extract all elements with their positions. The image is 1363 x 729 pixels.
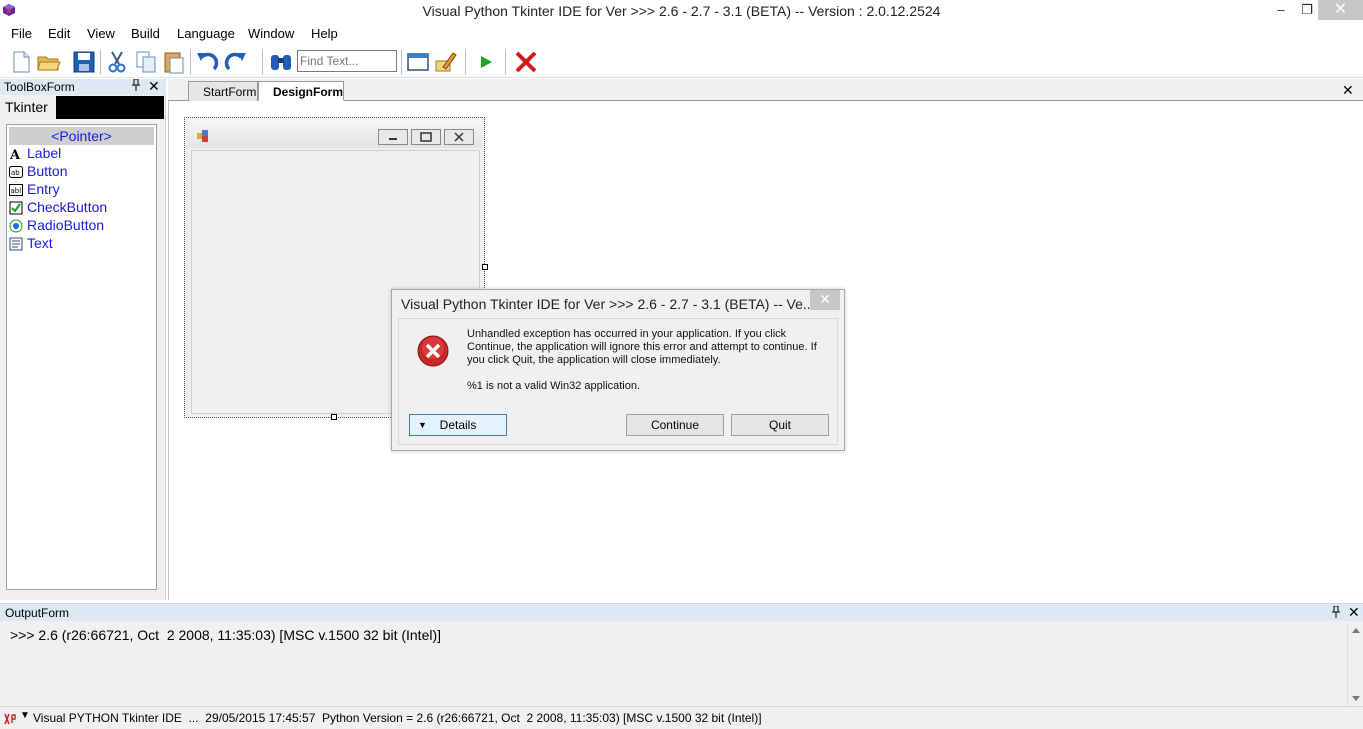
error-icon	[417, 335, 449, 367]
save-icon[interactable]	[71, 49, 97, 75]
toolbar-separator	[100, 50, 101, 74]
menu-edit[interactable]: Edit	[48, 26, 70, 41]
checkbox-icon	[9, 201, 23, 215]
toolbar-separator	[505, 50, 506, 74]
python-logo-icon	[4, 713, 16, 725]
text-document-icon	[9, 237, 23, 251]
pin-icon[interactable]	[1331, 605, 1341, 621]
open-folder-icon[interactable]	[36, 49, 62, 75]
redo-icon[interactable]	[223, 49, 249, 75]
new-file-icon[interactable]	[8, 49, 34, 75]
form-maximize-icon	[411, 129, 441, 145]
form-window-icon[interactable]	[405, 49, 431, 75]
run-play-icon[interactable]	[473, 49, 499, 75]
menu-view[interactable]: View	[87, 26, 115, 41]
toolbar-separator	[262, 50, 263, 74]
edit-pencil-icon[interactable]	[433, 49, 459, 75]
output-title: OutputForm	[5, 606, 70, 620]
output-scrollbar[interactable]	[1347, 623, 1363, 706]
toolbox-tab-area	[56, 96, 164, 119]
resize-handle-bottom[interactable]	[331, 414, 337, 420]
toolbox-list: <Pointer> A Label ab Button abl Entry Ch…	[6, 124, 157, 590]
close-window-button[interactable]: ✕	[1318, 0, 1363, 20]
continue-button[interactable]: Continue	[626, 414, 724, 436]
title-bar: Visual Python Tkinter IDE for Ver >>> 2.…	[0, 0, 1363, 22]
tab-designform[interactable]: DesignForm	[258, 81, 344, 101]
form-close-icon	[444, 129, 474, 145]
maximize-button[interactable]: ❐	[1294, 0, 1320, 20]
dialog-title: Visual Python Tkinter IDE for Ver >>> 2.…	[401, 296, 815, 312]
output-panel: OutputForm ✕ >>> 2.6 (r26:66721, Oct 2 2…	[0, 603, 1363, 706]
svg-text:abl: abl	[11, 187, 22, 195]
form-minimize-icon	[378, 129, 408, 145]
svg-text:ab: ab	[11, 169, 20, 177]
design-form-titlebar	[187, 120, 482, 148]
resize-handle-right[interactable]	[482, 264, 488, 270]
toolbox-close-icon[interactable]: ✕	[148, 78, 160, 95]
entry-abl-icon: abl	[9, 184, 23, 196]
status-bar: ▼ Visual PYTHON Tkinter IDE ... 29/05/20…	[0, 706, 1363, 729]
document-tabs: StartForm DesignForm ✕	[168, 79, 1363, 101]
toolbar-separator	[401, 50, 402, 74]
undo-icon[interactable]	[194, 49, 220, 75]
quit-button[interactable]: Quit	[731, 414, 829, 436]
output-text: >>> 2.6 (r26:66721, Oct 2 2008, 11:35:03…	[10, 627, 442, 643]
find-binoculars-icon[interactable]	[268, 49, 294, 75]
form-app-icon	[197, 130, 208, 142]
paste-icon[interactable]	[161, 49, 187, 75]
toolbox-panel: ToolBoxForm ✕ Tkinter <Pointer> A Label …	[0, 78, 166, 600]
menu-help[interactable]: Help	[311, 26, 338, 41]
toolbar-separator	[465, 50, 466, 74]
pin-icon[interactable]	[131, 78, 141, 94]
stop-x-icon[interactable]	[513, 49, 539, 75]
exception-dialog: Visual Python Tkinter IDE for Ver >>> 2.…	[391, 289, 845, 451]
menu-build[interactable]: Build	[131, 26, 160, 41]
toolbox-title: ToolBoxForm	[4, 80, 75, 94]
status-dropdown-icon[interactable]: ▼	[20, 710, 30, 721]
minimize-button[interactable]: ‒	[1268, 0, 1294, 20]
menu-window[interactable]: Window	[248, 26, 294, 41]
toolbox-tab-tkinter[interactable]: Tkinter	[5, 99, 48, 115]
menu-bar: File Edit View Build Language Window Hel…	[0, 22, 1363, 44]
toolbox-header: ToolBoxForm ✕	[0, 78, 166, 95]
button-ab-icon: ab	[9, 166, 23, 178]
tab-startform[interactable]: StartForm	[188, 81, 258, 101]
radio-icon	[9, 219, 23, 233]
menu-file[interactable]: File	[11, 26, 32, 41]
dialog-close-button[interactable]: ✕	[810, 290, 840, 310]
window-title: Visual Python Tkinter IDE for Ver >>> 2.…	[422, 3, 941, 19]
dialog-error-text: %1 is not a valid Win32 application.	[467, 380, 641, 392]
tab-close-icon[interactable]: ✕	[1342, 82, 1354, 99]
pointer-tool[interactable]: <Pointer>	[9, 127, 154, 145]
details-button[interactable]: ▼ Details	[409, 414, 507, 436]
status-text: Visual PYTHON Tkinter IDE ... 29/05/2015…	[33, 711, 762, 725]
toolbar-separator	[190, 50, 191, 74]
menu-language[interactable]: Language	[177, 26, 235, 41]
output-header: OutputForm ✕	[0, 603, 1363, 621]
svg-text:A: A	[9, 148, 21, 161]
chevron-down-icon: ▼	[418, 420, 427, 430]
cut-icon[interactable]	[104, 49, 130, 75]
output-close-icon[interactable]: ✕	[1348, 604, 1360, 621]
toolbar	[0, 44, 1363, 78]
dialog-content: Unhandled exception has occurred in your…	[398, 318, 838, 445]
copy-icon[interactable]	[133, 49, 159, 75]
label-a-icon: A	[9, 148, 21, 161]
dialog-message: Unhandled exception has occurred in your…	[467, 328, 817, 366]
find-text-input[interactable]	[297, 50, 397, 72]
